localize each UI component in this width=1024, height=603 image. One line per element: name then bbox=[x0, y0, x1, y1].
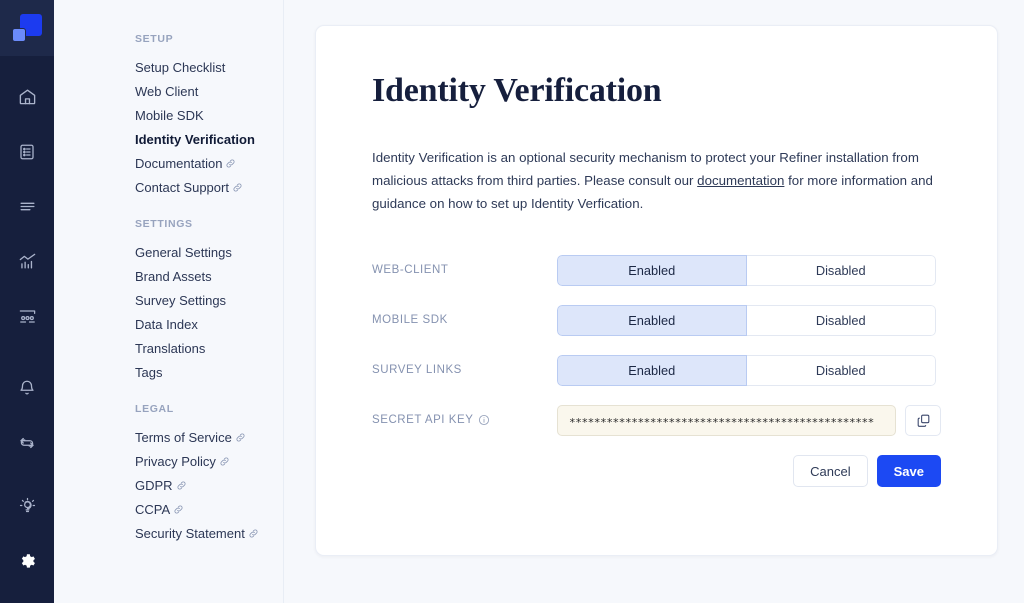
refiner-logo-icon bbox=[12, 14, 42, 42]
toggle-mobile-sdk-enabled[interactable]: Enabled bbox=[557, 304, 747, 336]
copy-icon bbox=[916, 413, 931, 428]
nav-item-label: Brand Assets bbox=[135, 269, 212, 284]
toggle-survey-links: Enabled Disabled bbox=[557, 354, 936, 386]
sidebar-item-ccpa[interactable]: CCPA bbox=[54, 498, 283, 522]
secondary-nav: SETUP Setup Checklist Web Client Mobile … bbox=[54, 0, 284, 603]
nav-item-label: Mobile SDK bbox=[135, 108, 204, 123]
row-label-mobile-sdk: MOBILE SDK bbox=[372, 314, 557, 326]
row-label-text: MOBILE SDK bbox=[372, 314, 448, 326]
row-label-text: SECRET API KEY bbox=[372, 414, 474, 426]
sidebar-item-mobile-sdk[interactable]: Mobile SDK bbox=[54, 104, 283, 128]
external-link-icon bbox=[225, 158, 236, 169]
nav-item-label: CCPA bbox=[135, 502, 171, 517]
sidebar-item-privacy-policy[interactable]: Privacy Policy bbox=[54, 450, 283, 474]
toggle-web-client-enabled[interactable]: Enabled bbox=[557, 254, 747, 286]
lightbulb-icon[interactable] bbox=[0, 489, 54, 522]
nav-item-label: Web Client bbox=[135, 84, 199, 99]
toggle-survey-links-enabled[interactable]: Enabled bbox=[557, 354, 747, 386]
sidebar-item-terms-of-service[interactable]: Terms of Service bbox=[54, 426, 283, 450]
toggle-mobile-sdk-disabled[interactable]: Disabled bbox=[746, 304, 936, 336]
sidebar-item-security-statement[interactable]: Security Statement bbox=[54, 522, 283, 546]
row-label-web-client: WEB-CLIENT bbox=[372, 264, 557, 276]
external-link-icon bbox=[235, 432, 246, 443]
nav-item-label: Survey Settings bbox=[135, 293, 227, 308]
secret-api-key-value: ****************************************… bbox=[569, 415, 874, 428]
external-link-icon bbox=[232, 182, 243, 193]
nav-section-legal: LEGAL Terms of Service Privacy Policy GD… bbox=[54, 403, 283, 546]
toggle-survey-links-disabled[interactable]: Disabled bbox=[746, 354, 936, 386]
external-link-icon bbox=[173, 504, 184, 515]
sidebar-item-general-settings[interactable]: General Settings bbox=[54, 241, 283, 265]
secret-api-key-input[interactable]: ****************************************… bbox=[557, 404, 896, 436]
sidebar-item-gdpr[interactable]: GDPR bbox=[54, 474, 283, 498]
documentation-link[interactable]: documentation bbox=[697, 173, 784, 188]
nav-section-title-settings: SETTINGS bbox=[135, 218, 193, 230]
logo-square-small bbox=[12, 28, 26, 42]
bell-icon[interactable] bbox=[0, 371, 54, 404]
nav-item-label: General Settings bbox=[135, 245, 232, 260]
sidebar-item-data-index[interactable]: Data Index bbox=[54, 313, 283, 337]
nav-item-label: Setup Checklist bbox=[135, 60, 226, 75]
nav-item-label: Documentation bbox=[135, 156, 223, 171]
nav-item-label: Identity Verification bbox=[135, 132, 255, 147]
page-title: Identity Verification bbox=[372, 72, 662, 109]
home-icon[interactable] bbox=[0, 80, 54, 113]
row-label-text: WEB-CLIENT bbox=[372, 264, 449, 276]
settings-card: Identity Verification Identity Verificat… bbox=[315, 25, 998, 556]
nav-section-setup: SETUP Setup Checklist Web Client Mobile … bbox=[54, 33, 283, 200]
nav-section-settings: SETTINGS General Settings Brand Assets S… bbox=[54, 218, 283, 385]
row-label-text: SURVEY LINKS bbox=[372, 364, 462, 376]
sidebar-item-identity-verification[interactable]: Identity Verification bbox=[54, 128, 283, 152]
nav-item-label: Tags bbox=[135, 365, 163, 380]
nav-item-label: Security Statement bbox=[135, 526, 245, 541]
chart-icon[interactable] bbox=[0, 245, 54, 278]
external-link-icon bbox=[219, 456, 230, 467]
row-web-client: WEB-CLIENT Enabled Disabled bbox=[372, 245, 941, 295]
nav-section-title-legal: LEGAL bbox=[135, 403, 174, 415]
nav-item-label: Privacy Policy bbox=[135, 454, 216, 469]
copy-api-key-button[interactable] bbox=[905, 404, 941, 436]
sync-icon[interactable] bbox=[0, 426, 54, 459]
row-survey-links: SURVEY LINKS Enabled Disabled bbox=[372, 345, 941, 395]
menu-lines-icon[interactable] bbox=[0, 190, 54, 223]
sidebar-item-web-client[interactable]: Web Client bbox=[54, 80, 283, 104]
row-label-secret-api-key: SECRET API KEY bbox=[372, 414, 557, 426]
external-link-icon bbox=[248, 528, 259, 539]
sidebar-item-survey-settings[interactable]: Survey Settings bbox=[54, 289, 283, 313]
toggle-mobile-sdk: Enabled Disabled bbox=[557, 304, 936, 336]
sidebar-item-contact-support[interactable]: Contact Support bbox=[54, 176, 283, 200]
sidebar-item-setup-checklist[interactable]: Setup Checklist bbox=[54, 56, 283, 80]
nav-item-label: Data Index bbox=[135, 317, 198, 332]
logo-button[interactable] bbox=[0, 0, 54, 56]
nav-item-label: Contact Support bbox=[135, 180, 229, 195]
icon-rail bbox=[0, 0, 54, 603]
intro-paragraph: Identity Verification is an optional sec… bbox=[372, 146, 937, 215]
cancel-button[interactable]: Cancel bbox=[793, 455, 868, 487]
nav-item-label: GDPR bbox=[135, 478, 173, 493]
people-icon[interactable] bbox=[0, 300, 54, 333]
row-label-survey-links: SURVEY LINKS bbox=[372, 364, 557, 376]
row-secret-api-key: SECRET API KEY *************************… bbox=[372, 395, 941, 445]
toggle-web-client: Enabled Disabled bbox=[557, 254, 936, 286]
nav-item-label: Terms of Service bbox=[135, 430, 232, 445]
info-circle-icon[interactable] bbox=[478, 414, 490, 426]
clipboard-list-icon[interactable] bbox=[0, 135, 54, 168]
form-actions: Cancel Save bbox=[793, 455, 941, 487]
gear-icon[interactable] bbox=[0, 544, 54, 577]
main-content: Identity Verification Identity Verificat… bbox=[284, 0, 1024, 603]
sidebar-item-translations[interactable]: Translations bbox=[54, 337, 283, 361]
sidebar-item-tags[interactable]: Tags bbox=[54, 361, 283, 385]
rail-icon-list bbox=[0, 56, 54, 577]
row-mobile-sdk: MOBILE SDK Enabled Disabled bbox=[372, 295, 941, 345]
nav-item-label: Translations bbox=[135, 341, 206, 356]
toggle-web-client-disabled[interactable]: Disabled bbox=[746, 254, 936, 286]
nav-section-title-setup: SETUP bbox=[135, 33, 174, 45]
save-button[interactable]: Save bbox=[876, 455, 941, 487]
app-root: SETUP Setup Checklist Web Client Mobile … bbox=[0, 0, 1024, 603]
external-link-icon bbox=[176, 480, 187, 491]
sidebar-item-brand-assets[interactable]: Brand Assets bbox=[54, 265, 283, 289]
sidebar-item-documentation[interactable]: Documentation bbox=[54, 152, 283, 176]
